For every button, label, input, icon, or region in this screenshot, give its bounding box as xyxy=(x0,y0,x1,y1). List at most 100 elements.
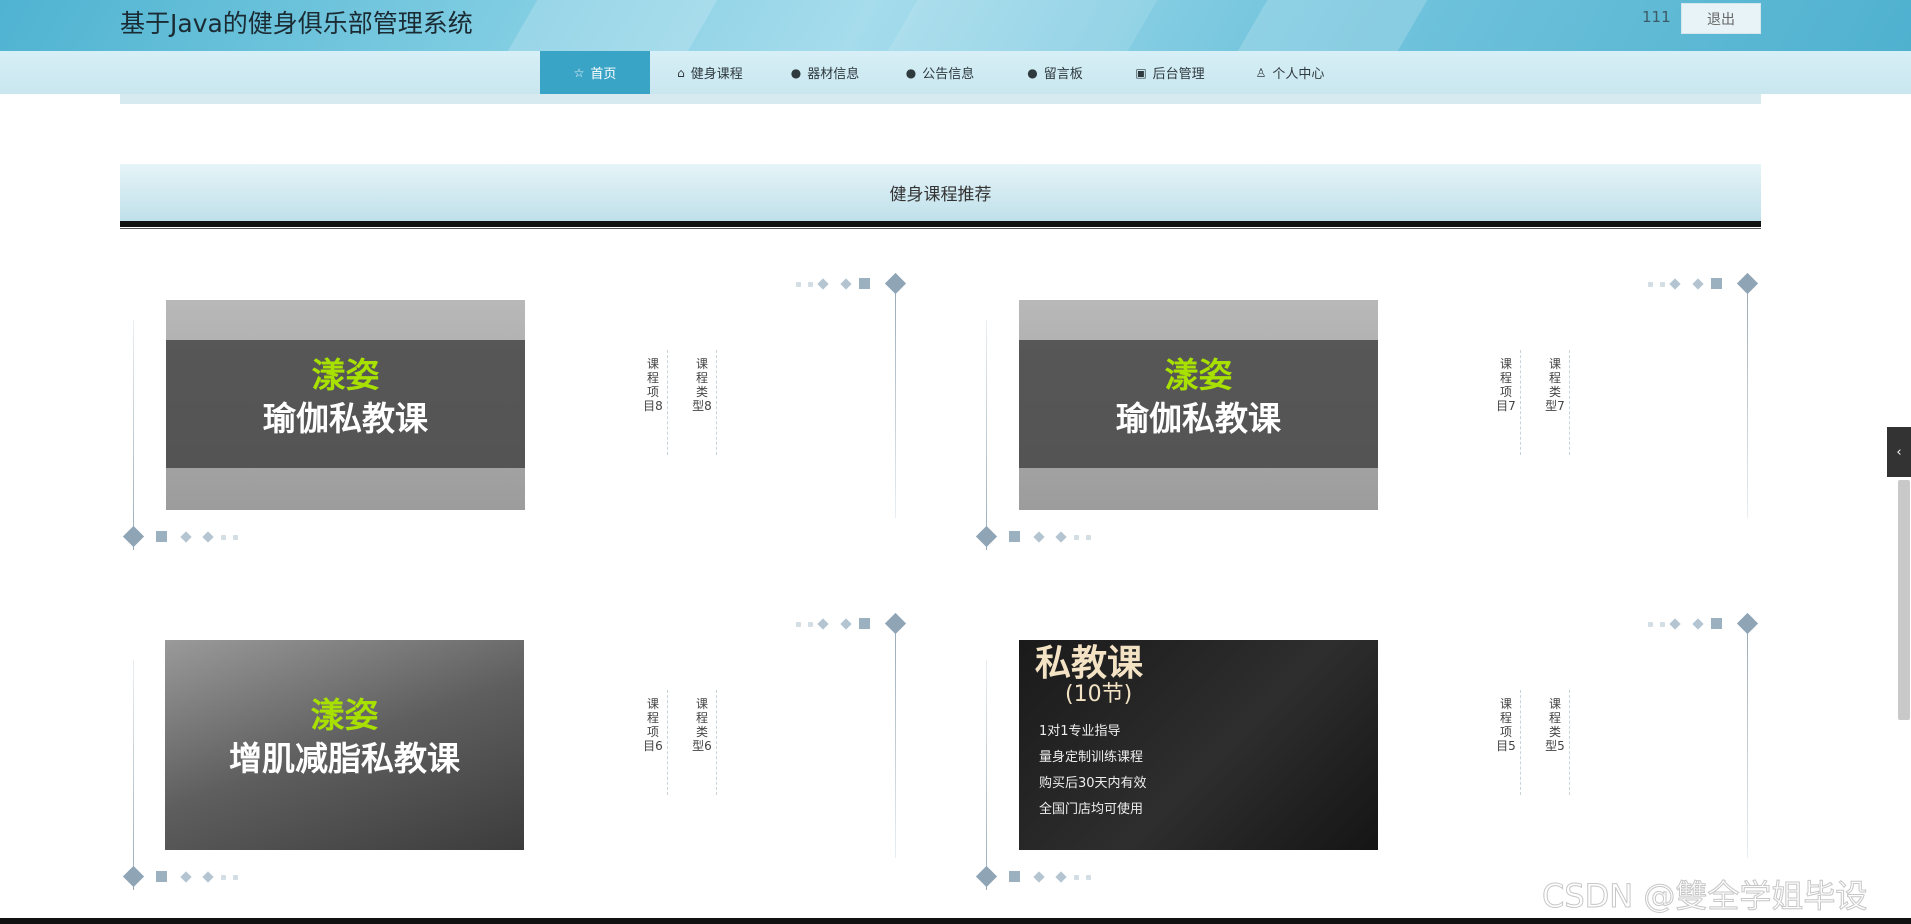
square-ornament xyxy=(859,278,870,289)
dot-ornament xyxy=(1660,622,1665,627)
course-image[interactable]: 漾姿 瑜伽私教课 xyxy=(1019,300,1378,510)
scrollbar[interactable] xyxy=(1898,480,1910,720)
card-border-right xyxy=(895,288,896,518)
diamond-ornament-small xyxy=(1692,278,1704,290)
square-ornament xyxy=(156,871,167,882)
meta-divider xyxy=(1569,690,1571,795)
dot-ornament xyxy=(796,282,801,287)
nav-item-equipment[interactable]: ● 器材信息 xyxy=(775,51,875,94)
bag-icon: ⌂ xyxy=(677,65,685,80)
diamond-ornament-small xyxy=(840,618,852,630)
diamond-ornament-small xyxy=(1692,618,1704,630)
course-brand: 漾姿 xyxy=(310,696,379,736)
nav-item-admin[interactable]: ▣ 后台管理 xyxy=(1120,51,1220,94)
nav-item-notices[interactable]: ● 公告信息 xyxy=(890,51,990,94)
sidebar-toggle-button[interactable]: ‹ xyxy=(1887,427,1911,477)
logout-button[interactable]: 退出 xyxy=(1681,3,1761,34)
course-project: 课程项目8 xyxy=(643,357,663,413)
dot-ornament xyxy=(1086,875,1091,880)
diamond-ornament xyxy=(884,612,907,635)
dot-ornament xyxy=(233,875,238,880)
section-title: 健身课程推荐 xyxy=(120,164,1761,221)
card-border-left xyxy=(133,660,134,890)
course-card[interactable]: 漾姿 瑜伽私教课 课程项目8 课程类型8 xyxy=(120,270,910,570)
diamond-ornament-small xyxy=(1033,871,1045,883)
square-ornament xyxy=(1009,871,1020,882)
meta-divider xyxy=(716,350,718,455)
diamond-ornament-small xyxy=(1033,531,1045,543)
square-ornament xyxy=(156,531,167,542)
course-card[interactable]: 私教课 (10节) 1对1专业指导 量身定制训练课程 购买后30天内有效 全国门… xyxy=(973,610,1763,910)
course-image[interactable]: 私教课 (10节) 1对1专业指导 量身定制训练课程 购买后30天内有效 全国门… xyxy=(1019,640,1378,850)
course-type: 课程类型5 xyxy=(1545,697,1565,753)
course-subtitle: (10节) xyxy=(1065,682,1133,707)
card-border-left xyxy=(986,320,987,550)
dot-ornament xyxy=(1074,875,1079,880)
course-image[interactable]: 漾姿 增肌减脂私教课 xyxy=(165,640,524,850)
course-project: 课程项目6 xyxy=(643,697,663,753)
course-type: 课程类型7 xyxy=(1545,357,1565,413)
nav-label: 首页 xyxy=(590,67,617,82)
section-divider-thin xyxy=(120,228,1761,229)
diamond-ornament-small xyxy=(1055,871,1067,883)
dot-ornament xyxy=(1648,282,1653,287)
star-icon: ☆ xyxy=(573,65,585,80)
card-border-right xyxy=(1747,628,1748,858)
course-feature: 量身定制训练课程 xyxy=(1039,750,1144,765)
user-icon: ♙ xyxy=(1255,65,1267,80)
nav-item-profile[interactable]: ♙ 个人中心 xyxy=(1235,51,1345,94)
diamond-ornament xyxy=(1736,272,1759,295)
nav-item-home[interactable]: ☆ 首页 xyxy=(540,51,650,94)
dot-ornament xyxy=(233,535,238,540)
course-type: 课程类型6 xyxy=(692,697,712,753)
course-name: 瑜伽私教课 xyxy=(263,399,428,438)
nav-label: 个人中心 xyxy=(1272,67,1325,82)
meta-divider xyxy=(1520,350,1522,455)
meta-divider xyxy=(1520,690,1522,795)
course-brand: 漾姿 xyxy=(1164,356,1233,396)
square-ornament xyxy=(1009,531,1020,542)
nav-label: 留言板 xyxy=(1043,67,1083,82)
diamond-ornament-small xyxy=(817,618,829,630)
dot-ornament xyxy=(221,535,226,540)
diamond-ornament xyxy=(1736,612,1759,635)
dot-ornament xyxy=(1660,282,1665,287)
course-project: 课程项目7 xyxy=(1496,357,1516,413)
course-image[interactable]: 漾姿 瑜伽私教课 xyxy=(166,300,525,510)
diamond-ornament xyxy=(122,865,145,888)
watermark: CSDN @雙全学姐毕设 xyxy=(1541,877,1868,916)
alert-icon: ● xyxy=(790,65,802,80)
diamond-ornament-small xyxy=(1669,278,1681,290)
course-brand: 漾姿 xyxy=(311,356,380,396)
diamond-ornament-small xyxy=(180,871,192,883)
diamond-ornament-small xyxy=(817,278,829,290)
nav-item-guestbook[interactable]: ● 留言板 xyxy=(1005,51,1105,94)
diamond-ornament xyxy=(884,272,907,295)
nav-item-courses[interactable]: ⌂ 健身课程 xyxy=(660,51,760,94)
nav-strip xyxy=(120,94,1761,104)
course-feature: 全国门店均可使用 xyxy=(1039,802,1144,817)
nav-label: 后台管理 xyxy=(1152,67,1205,82)
nav-label: 器材信息 xyxy=(807,67,860,82)
username: 111 xyxy=(1642,8,1671,26)
dot-ornament xyxy=(221,875,226,880)
course-card[interactable]: 漾姿 瑜伽私教课 课程项目7 课程类型7 xyxy=(973,270,1763,570)
meta-divider xyxy=(667,350,669,455)
diamond-ornament-small xyxy=(180,531,192,543)
diamond-ornament-small xyxy=(1055,531,1067,543)
square-ornament xyxy=(859,618,870,629)
card-border-left xyxy=(133,320,134,550)
dot-ornament xyxy=(808,282,813,287)
square-ornament xyxy=(1711,618,1722,629)
course-feature: 1对1专业指导 xyxy=(1039,724,1121,739)
card-border-right xyxy=(895,628,896,858)
meta-divider xyxy=(1569,350,1571,455)
bottom-bar xyxy=(0,918,1911,924)
diamond-ornament xyxy=(975,865,998,888)
dot-ornament xyxy=(1086,535,1091,540)
course-name: 增肌减脂私教课 xyxy=(229,739,460,778)
square-ornament xyxy=(1711,278,1722,289)
course-card[interactable]: 漾姿 增肌减脂私教课 课程项目6 课程类型6 xyxy=(120,610,910,910)
section-divider xyxy=(120,221,1761,227)
help-icon: ● xyxy=(905,65,917,80)
